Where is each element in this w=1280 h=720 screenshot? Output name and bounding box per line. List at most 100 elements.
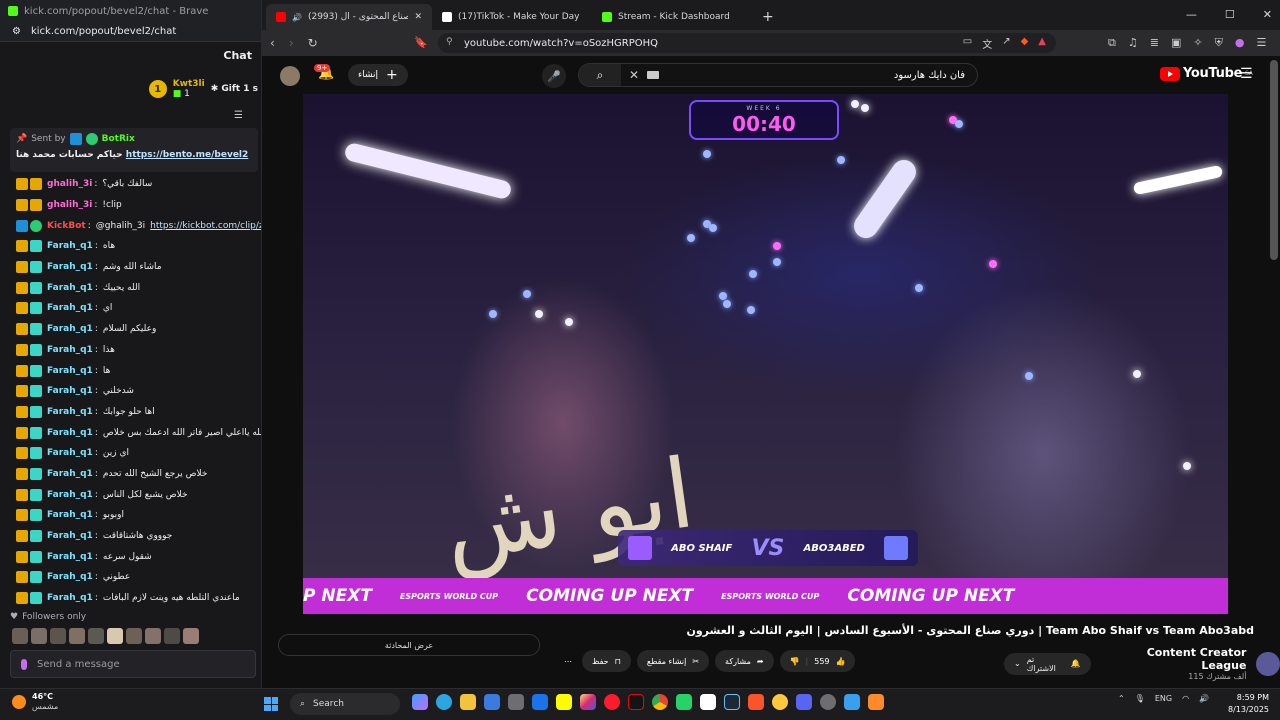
chat-username[interactable]: Farah_q1: [47, 469, 93, 479]
copilot-icon[interactable]: [412, 694, 428, 710]
minimize-icon[interactable]: —: [1186, 8, 1197, 21]
emote[interactable]: [31, 628, 47, 644]
address-url[interactable]: youtube.com/watch?v=oSozHGRPOHQ: [464, 38, 658, 49]
page-scrollbar[interactable]: [1270, 60, 1278, 260]
youtube-logo[interactable]: YouTube SA: [1160, 66, 1253, 81]
bookmark-icon[interactable]: 🔖: [414, 36, 428, 49]
chat-message-list[interactable]: ghalih_3i: سالفك باقي؟ ghalih_3i: !clip Kick…: [0, 174, 261, 606]
address-bar[interactable]: ⚲ youtube.com/watch?v=oSozHGRPOHQ ▭ 文 ↗ …: [438, 33, 1056, 53]
chat-username[interactable]: Farah_q1: [47, 552, 93, 562]
chat-username[interactable]: Farah_q1: [47, 366, 93, 376]
close-icon[interactable]: ✕: [1263, 8, 1272, 21]
weather-widget[interactable]: 46°C مشمس: [12, 692, 58, 712]
search-icon[interactable]: ⌕: [579, 64, 621, 86]
language-indicator[interactable]: ENG: [1155, 694, 1172, 703]
chat-list-icon[interactable]: ☰: [234, 110, 246, 121]
tune-icon[interactable]: ⚙: [12, 26, 21, 37]
windows-start-icon[interactable]: [264, 697, 278, 711]
more-actions-button[interactable]: ⋯: [560, 650, 576, 672]
save-button[interactable]: حفظ ⊓: [582, 650, 631, 672]
channel-name-block[interactable]: Content Creator League 115 ألف مشترك: [1101, 646, 1247, 681]
store-icon[interactable]: [484, 694, 500, 710]
chat-username[interactable]: Farah_q1: [47, 407, 93, 417]
channel-avatar[interactable]: [1256, 651, 1280, 676]
taskbar-search[interactable]: ⌕ Search: [290, 693, 400, 715]
emote[interactable]: [50, 628, 66, 644]
keyboard-icon[interactable]: [647, 71, 660, 79]
app-icon[interactable]: [844, 694, 860, 710]
wallet-icon[interactable]: ▣: [1171, 36, 1181, 50]
clip-button[interactable]: إنشاء مقطع ✂: [636, 650, 710, 672]
cast-icon[interactable]: ▭: [963, 36, 972, 51]
volume-icon[interactable]: 🔊: [1199, 694, 1209, 703]
search-input[interactable]: فان دايك هارسود: [894, 70, 965, 81]
dislike-icon[interactable]: 👎: [790, 657, 800, 666]
share-button[interactable]: مشاركة ➦: [715, 650, 774, 672]
chat-link[interactable]: https://kickbot.com/clip/zufglfw: [150, 221, 261, 231]
kick-url[interactable]: kick.com/popout/bevel2/chat: [31, 26, 176, 37]
maximize-icon[interactable]: ☐: [1225, 8, 1235, 21]
tab-close-icon[interactable]: ✕: [414, 12, 422, 22]
opera-icon[interactable]: [604, 694, 620, 710]
chat-username[interactable]: Farah_q1: [47, 448, 93, 458]
chat-username[interactable]: KickBot: [47, 221, 86, 231]
chat-input[interactable]: Send a message: [10, 650, 256, 678]
mic-icon[interactable]: [21, 658, 27, 670]
like-count[interactable]: 559: [814, 657, 829, 666]
translate-icon[interactable]: 文: [982, 36, 992, 51]
tab-audio-icon[interactable]: 🔊: [292, 13, 302, 22]
emote-bar[interactable]: [12, 628, 199, 644]
chat-username[interactable]: Farah_q1: [47, 324, 93, 334]
voice-search-icon[interactable]: 🎤: [542, 64, 566, 88]
chat-username[interactable]: Farah_q1: [47, 572, 93, 582]
chevron-up-icon[interactable]: ⌃: [1118, 694, 1125, 703]
chat-username[interactable]: ghalih_3i: [47, 200, 92, 210]
show-chat-replay-button[interactable]: عرض المحادثة: [278, 634, 540, 656]
chat-username[interactable]: Farah_q1: [47, 345, 93, 355]
chat-username[interactable]: Farah_q1: [47, 303, 93, 313]
brave-rewards-icon[interactable]: ▲: [1038, 36, 1046, 51]
whatsapp-icon[interactable]: [676, 694, 692, 710]
top-gifter-bar[interactable]: 1 Kwt3li ■ 1 ✱ Gift 1 s: [0, 74, 261, 104]
chat-username[interactable]: Farah_q1: [47, 386, 93, 396]
app-icon[interactable]: [508, 694, 524, 710]
account-avatar[interactable]: [280, 66, 300, 86]
browser-tab[interactable]: Stream - Kick Dashboard: [592, 4, 752, 30]
outlook-icon[interactable]: [532, 694, 548, 710]
subscribed-button[interactable]: ⌄ تم الاشتراك 🔔: [1004, 652, 1091, 675]
music-icon[interactable]: ♫: [1128, 36, 1138, 50]
site-info-icon[interactable]: ⚲: [446, 37, 453, 47]
new-tab-button[interactable]: +: [752, 4, 784, 30]
reload-icon[interactable]: ↻: [308, 36, 318, 50]
emote[interactable]: [107, 628, 123, 644]
chat-username[interactable]: Farah_q1: [47, 428, 93, 438]
brave-shields-icon[interactable]: ◆: [1021, 36, 1029, 51]
emote[interactable]: [69, 628, 85, 644]
edge-icon[interactable]: [436, 694, 452, 710]
reading-list-icon[interactable]: ≣: [1150, 36, 1159, 50]
channel-name[interactable]: Content Creator League: [1101, 646, 1247, 672]
video-player[interactable]: ابو ش WEEK 6 00:40 ABO SHAIF VS ABO3ABED…: [303, 94, 1228, 614]
emote[interactable]: [164, 628, 180, 644]
settings-icon[interactable]: [820, 694, 836, 710]
discord-icon[interactable]: [796, 694, 812, 710]
menu-icon[interactable]: ☰: [1256, 36, 1266, 50]
chat-username[interactable]: Farah_q1: [47, 510, 93, 520]
snapchat-icon[interactable]: [556, 694, 572, 710]
chrome-icon[interactable]: [652, 694, 668, 710]
pinned-sender-name[interactable]: BotRix: [102, 134, 135, 144]
vpn-icon[interactable]: ⛨: [1215, 36, 1223, 50]
wifi-icon[interactable]: ◠: [1182, 694, 1189, 703]
create-button[interactable]: إنشاء +: [348, 64, 408, 86]
browser-tab[interactable]: (17)TikTok - Make Your Day: [432, 4, 592, 30]
app-icon[interactable]: [868, 694, 884, 710]
leo-icon[interactable]: ●: [1235, 36, 1245, 50]
top-gifter[interactable]: Kwt3li ■ 1: [173, 79, 205, 99]
gift-sub-button[interactable]: ✱ Gift 1 s: [211, 84, 258, 94]
chat-input-placeholder[interactable]: Send a message: [37, 659, 120, 670]
chat-username[interactable]: Farah_q1: [47, 241, 93, 251]
emote[interactable]: [145, 628, 161, 644]
pinned-link[interactable]: https://bento.me/bevel2: [126, 150, 248, 160]
like-icon[interactable]: 👍: [836, 657, 846, 666]
capcut-icon[interactable]: [700, 694, 716, 710]
